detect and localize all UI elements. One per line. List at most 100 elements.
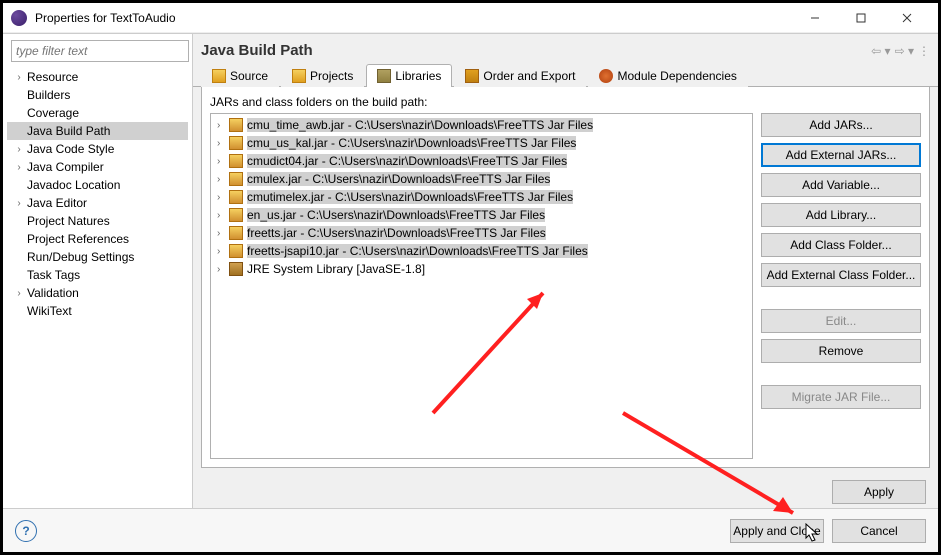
- filter-input[interactable]: [11, 40, 189, 62]
- properties-dialog: Properties for TextToAudio ›ResourceBuil…: [3, 3, 938, 552]
- jar-icon: [229, 118, 243, 132]
- tab-order-and-export[interactable]: Order and Export: [454, 64, 586, 87]
- help-icon[interactable]: ?: [15, 520, 37, 542]
- jar-entry[interactable]: ›en_us.jar - C:\Users\nazir\Downloads\Fr…: [213, 206, 750, 224]
- nav-item[interactable]: Project References: [7, 230, 188, 248]
- tab-label: Module Dependencies: [617, 69, 736, 83]
- nav-item-label: Project Natures: [25, 214, 110, 228]
- nav-item-label: Resource: [25, 70, 78, 84]
- jre-entry[interactable]: ›JRE System Library [JavaSE-1.8]: [213, 260, 750, 278]
- libraries-tab-content: JARs and class folders on the build path…: [201, 87, 930, 468]
- entry-label: cmu_time_awb.jar - C:\Users\nazir\Downlo…: [247, 118, 593, 132]
- add-jars-button[interactable]: Add JARs...: [761, 113, 921, 137]
- nav-item[interactable]: Coverage: [7, 104, 188, 122]
- entry-label: freetts-jsapi10.jar - C:\Users\nazir\Dow…: [247, 244, 588, 258]
- main-panel: Java Build Path ⇦ ▾ ⇨ ▾ ⋮ SourceProjects…: [193, 34, 938, 508]
- jar-icon: [229, 154, 243, 168]
- dialog-body: ›ResourceBuildersCoverageJava Build Path…: [3, 33, 938, 508]
- eclipse-icon: [11, 10, 27, 26]
- remove-button[interactable]: Remove: [761, 339, 921, 363]
- tab-projects[interactable]: Projects: [281, 64, 364, 87]
- jar-entry[interactable]: ›cmulex.jar - C:\Users\nazir\Downloads\F…: [213, 170, 750, 188]
- add-class-folder-button[interactable]: Add Class Folder...: [761, 233, 921, 257]
- tab-libraries[interactable]: Libraries: [366, 64, 452, 87]
- expander-icon: ›: [217, 192, 229, 203]
- jar-entry[interactable]: › freetts-jsapi10.jar - C:\Users\nazir\Do…: [213, 242, 750, 260]
- jar-icon: [229, 208, 243, 222]
- tab-label: Order and Export: [483, 69, 575, 83]
- nav-item[interactable]: ›Java Code Style: [7, 140, 188, 158]
- nav-item-label: Validation: [25, 286, 79, 300]
- content-row: › cmu_time_awb.jar - C:\Users\nazir\Downl…: [210, 113, 921, 459]
- nav-tree[interactable]: ›ResourceBuildersCoverageJava Build Path…: [7, 68, 188, 320]
- nav-item[interactable]: Builders: [7, 86, 188, 104]
- expander-icon: ›: [13, 198, 25, 209]
- apply-and-close-button[interactable]: Apply and Close: [730, 519, 824, 543]
- jar-list[interactable]: › cmu_time_awb.jar - C:\Users\nazir\Downl…: [210, 113, 753, 459]
- nav-item[interactable]: ›Java Editor: [7, 194, 188, 212]
- jar-icon: [229, 172, 243, 186]
- expander-icon: ›: [13, 144, 25, 155]
- nav-item[interactable]: Project Natures: [7, 212, 188, 230]
- add-library-button[interactable]: Add Library...: [761, 203, 921, 227]
- side-buttons: Add JARs... Add External JARs... Add Var…: [761, 113, 921, 459]
- expander-icon: ›: [217, 138, 229, 149]
- list-label: JARs and class folders on the build path…: [210, 95, 921, 109]
- nav-item-label: WikiText: [25, 304, 72, 318]
- tab-source[interactable]: Source: [201, 64, 279, 87]
- entry-label: freetts.jar - C:\Users\nazir\Downloads\F…: [247, 226, 546, 240]
- nav-item-label: Run/Debug Settings: [25, 250, 134, 264]
- entry-label: cmutimelex.jar - C:\Users\nazir\Download…: [247, 190, 573, 204]
- back-icon[interactable]: ⇦ ▾: [871, 44, 890, 58]
- add-external-jars-button[interactable]: Add External JARs...: [761, 143, 921, 167]
- add-variable-button[interactable]: Add Variable...: [761, 173, 921, 197]
- nav-item-label: Coverage: [25, 106, 79, 120]
- edit-button: Edit...: [761, 309, 921, 333]
- module-icon: [599, 69, 613, 83]
- nav-item[interactable]: ›Validation: [7, 284, 188, 302]
- expander-icon: ›: [217, 120, 229, 131]
- apply-button[interactable]: Apply: [832, 480, 926, 504]
- maximize-button[interactable]: [838, 3, 884, 33]
- nav-item[interactable]: ›Resource: [7, 68, 188, 86]
- entry-label: cmudict04.jar - C:\Users\nazir\Downloads…: [247, 154, 567, 168]
- jar-entry[interactable]: › cmu_us_kal.jar - C:\Users\nazir\Downloa…: [213, 134, 750, 152]
- nav-item[interactable]: WikiText: [7, 302, 188, 320]
- close-button[interactable]: [884, 3, 930, 33]
- titlebar: Properties for TextToAudio: [3, 3, 938, 33]
- expander-icon: ›: [217, 156, 229, 167]
- nav-item-label: Project References: [25, 232, 129, 246]
- projects-icon: [292, 69, 306, 83]
- tab-label: Source: [230, 69, 268, 83]
- source-icon: [212, 69, 226, 83]
- expander-icon: ›: [13, 162, 25, 173]
- window-controls: [792, 3, 930, 33]
- library-icon: [229, 262, 243, 276]
- jar-entry[interactable]: › cmudict04.jar - C:\Users\nazir\Download…: [213, 152, 750, 170]
- expander-icon: ›: [217, 246, 229, 257]
- forward-icon[interactable]: ⇨ ▾: [895, 44, 914, 58]
- apply-row: Apply: [193, 476, 938, 508]
- expander-icon: ›: [13, 288, 25, 299]
- cancel-button[interactable]: Cancel: [832, 519, 926, 543]
- nav-item-label: Java Code Style: [25, 142, 114, 156]
- jar-entry[interactable]: ›freetts.jar - C:\Users\nazir\Downloads\…: [213, 224, 750, 242]
- order-icon: [465, 69, 479, 83]
- entry-label: cmu_us_kal.jar - C:\Users\nazir\Download…: [247, 136, 576, 150]
- nav-item[interactable]: Run/Debug Settings: [7, 248, 188, 266]
- tab-label: Libraries: [395, 69, 441, 83]
- tabs: Source Projects Libraries Order and Export M…: [193, 63, 938, 87]
- expander-icon: ›: [217, 210, 229, 221]
- menu-icon[interactable]: ⋮: [918, 44, 930, 58]
- add-external-class-folder-button[interactable]: Add External Class Folder...: [761, 263, 921, 287]
- jar-entry[interactable]: › cmutimelex.jar - C:\Users\nazir\Downloa…: [213, 188, 750, 206]
- libraries-icon: [377, 69, 391, 83]
- jar-icon: [229, 244, 243, 258]
- tab-module-dependencies[interactable]: Module Dependencies: [588, 64, 747, 87]
- nav-item[interactable]: Task Tags: [7, 266, 188, 284]
- jar-entry[interactable]: › cmu_time_awb.jar - C:\Users\nazir\Downl…: [213, 116, 750, 134]
- nav-item[interactable]: ›Java Compiler: [7, 158, 188, 176]
- minimize-button[interactable]: [792, 3, 838, 33]
- nav-item[interactable]: Java Build Path: [7, 122, 188, 140]
- nav-item[interactable]: Javadoc Location: [7, 176, 188, 194]
